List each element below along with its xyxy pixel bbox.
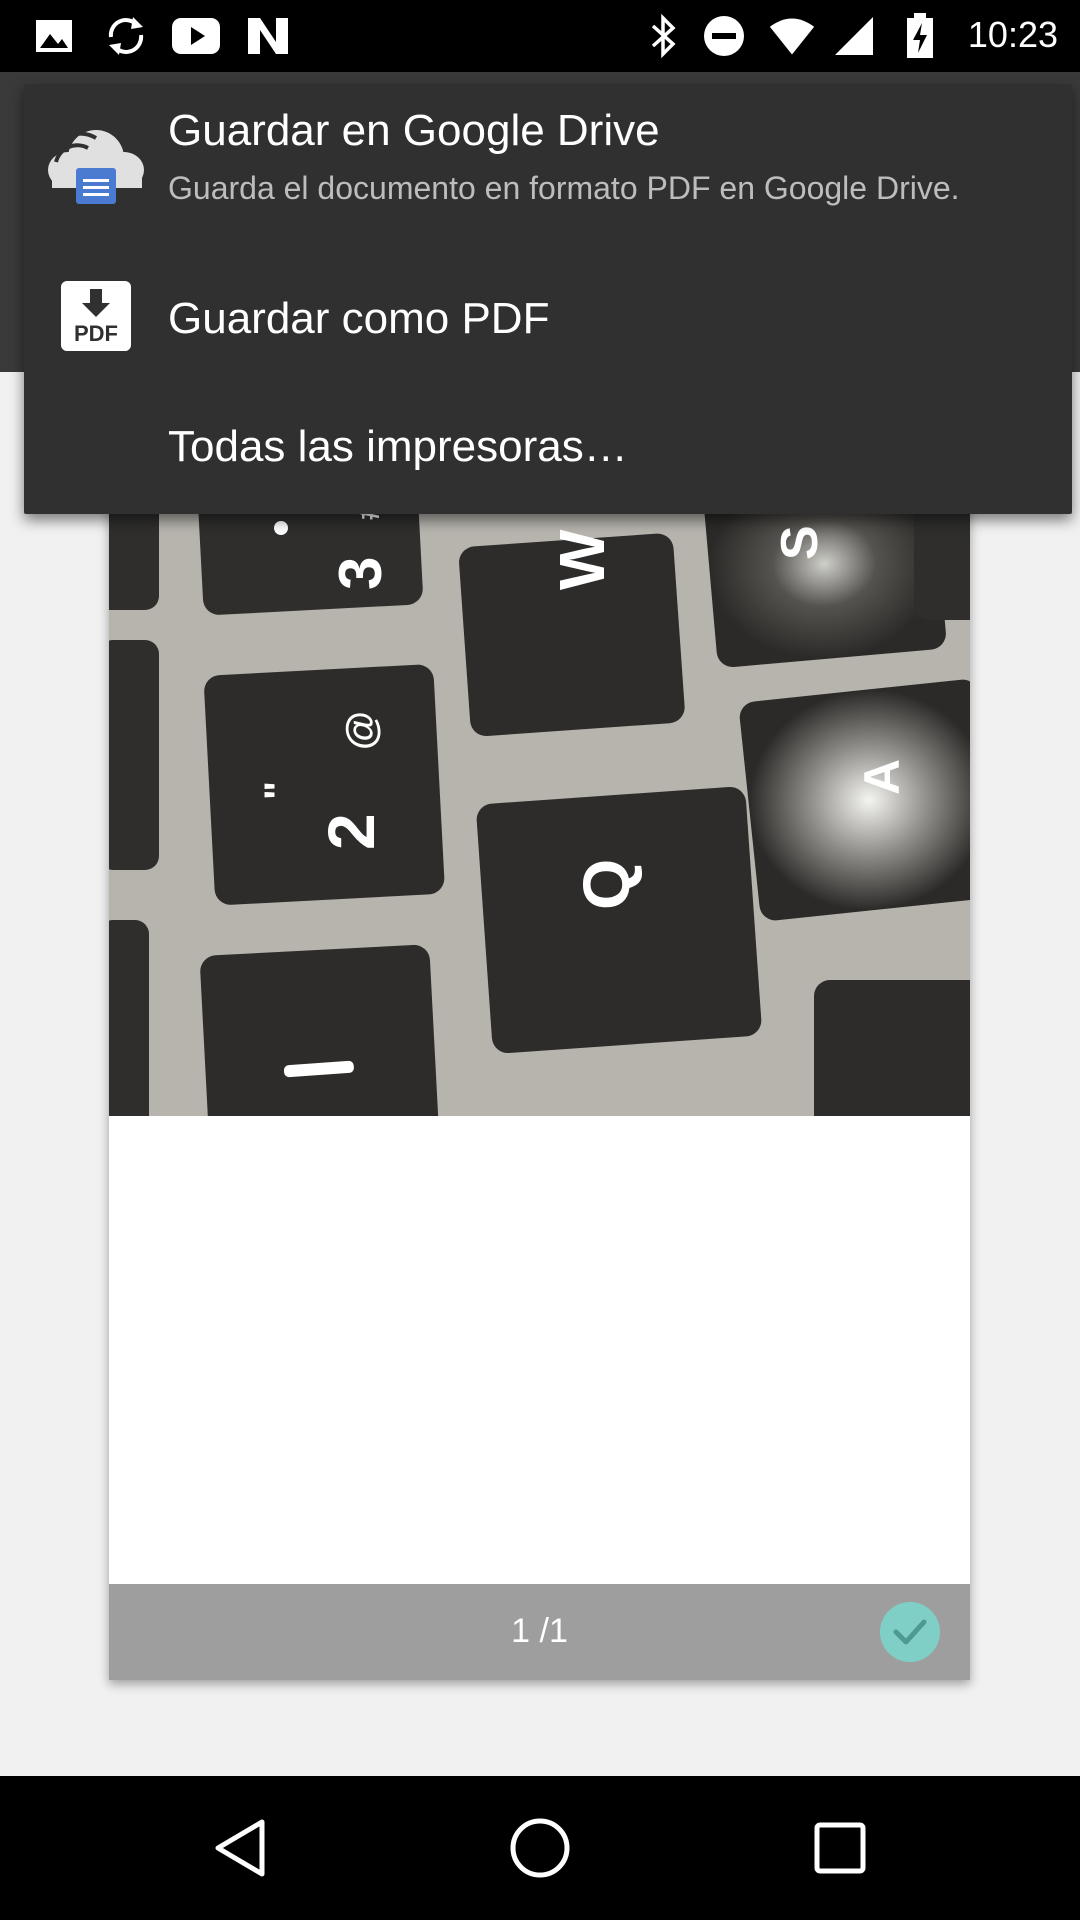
svg-text:A: A (854, 759, 910, 795)
svg-text:Q: Q (569, 859, 643, 910)
battery-charging-icon (896, 12, 944, 60)
menu-item-title: Guardar en Google Drive (168, 106, 660, 155)
recents-icon[interactable] (800, 1808, 880, 1888)
back-icon[interactable] (200, 1808, 280, 1888)
clock: 10:23 (967, 14, 1058, 55)
navigation-bar (0, 1776, 1080, 1920)
youtube-icon (172, 12, 220, 60)
sync-icon (102, 12, 150, 60)
google-drive-cloud-icon (46, 116, 146, 216)
svg-text:3: 3 (327, 557, 394, 590)
page-indicator: 1 /1 (511, 1612, 568, 1650)
page-footer: 1 /1 (109, 1584, 970, 1680)
printer-dropdown-menu: Guardar en Google Drive Guarda el docume… (24, 84, 1072, 514)
do-not-disturb-icon (700, 12, 748, 60)
image-icon (30, 12, 78, 60)
menu-item-subtitle: Guarda el documento en formato PDF en Go… (168, 170, 960, 206)
menu-item-title: Guardar como PDF (168, 294, 550, 343)
bluetooth-icon (640, 12, 688, 60)
keyboard-photo: W Q 3 # 2 @ S A " (109, 440, 970, 1116)
svg-text:W: W (546, 529, 618, 590)
page-selected-check-icon[interactable] (880, 1602, 940, 1662)
menu-item-all-printers[interactable]: Todas las impresoras… (24, 384, 1072, 514)
menu-item-title: Todas las impresoras… (168, 422, 628, 471)
print-preview-page[interactable]: W Q 3 # 2 @ S A " 1 /1 (109, 440, 970, 1680)
svg-text:2: 2 (314, 813, 388, 850)
pdf-download-icon: PDF (46, 266, 146, 366)
wifi-icon (768, 12, 816, 60)
svg-text:@: @ (339, 711, 383, 750)
cell-signal-icon (830, 12, 878, 60)
home-icon[interactable] (500, 1808, 580, 1888)
status-bar: 10:23 (0, 0, 1080, 72)
menu-item-save-pdf[interactable]: PDF Guardar como PDF (24, 254, 1072, 384)
svg-text:PDF: PDF (74, 321, 118, 346)
svg-text:": " (257, 781, 301, 800)
svg-text:S: S (771, 525, 829, 560)
menu-item-google-drive[interactable]: Guardar en Google Drive Guarda el docume… (24, 84, 1072, 254)
n-logo-icon (244, 12, 292, 60)
